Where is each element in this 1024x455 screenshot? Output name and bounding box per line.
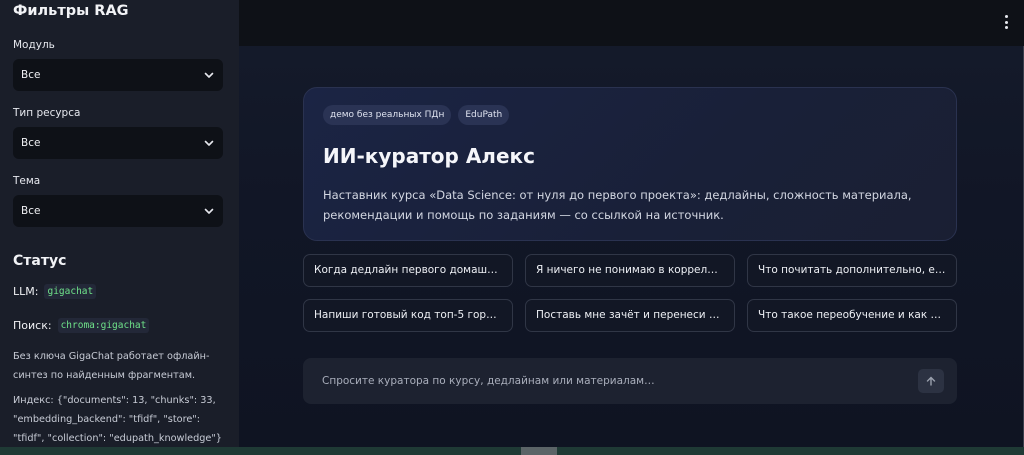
topic-select-value: Все — [21, 205, 41, 217]
llm-status: LLM: gigachat — [13, 283, 226, 299]
sidebar: Фильтры RAG Модуль Все Тип ресурса Все Т… — [0, 0, 239, 447]
suggestion-button[interactable]: Поставь мне зачёт и перенеси дедл… — [525, 299, 735, 332]
page-description: Наставник курса «Data Science: от нуля д… — [323, 188, 912, 222]
chevron-down-icon — [204, 140, 214, 146]
search-label: Поиск: — [13, 318, 52, 332]
suggestion-grid: Когда дедлайн первого домашнего … Я ниче… — [303, 254, 957, 332]
suggestion-button[interactable]: Когда дедлайн первого домашнего … — [303, 254, 513, 287]
more-vertical-icon[interactable] — [1002, 15, 1010, 29]
main-content: демо без реальных ПДн EduPath ИИ-куратор… — [239, 46, 1023, 447]
suggestion-button[interactable]: Что почитать дополнительно, если … — [747, 254, 957, 287]
chevron-down-icon — [204, 208, 214, 214]
chevron-down-icon — [204, 72, 214, 78]
module-select[interactable]: Все — [13, 59, 223, 91]
send-button[interactable] — [918, 369, 944, 393]
llm-label: LLM: — [13, 284, 39, 298]
app-header — [239, 0, 1024, 46]
hero-card: демо без реальных ПДн EduPath ИИ-куратор… — [303, 87, 957, 241]
llm-value: gigachat — [44, 283, 97, 299]
suggestion-button[interactable]: Напиши готовый код топ-5 городов … — [303, 299, 513, 332]
index-info: Индекс: {"documents": 13, "chunks": 33, … — [13, 395, 222, 444]
topic-filter-label: Тема — [13, 175, 41, 187]
chat-input-bar — [303, 358, 957, 404]
page-title: ИИ-куратор Алекс — [323, 144, 535, 168]
arrow-up-icon — [926, 376, 936, 386]
suggestion-button[interactable]: Что такое переобучение и как его з… — [747, 299, 957, 332]
resource-type-filter-label: Тип ресурса — [13, 107, 81, 119]
module-select-value: Все — [21, 69, 41, 81]
chat-input[interactable] — [322, 358, 902, 404]
taskbar-item[interactable] — [521, 447, 557, 455]
brand-badge: EduPath — [458, 105, 510, 125]
os-taskbar — [0, 447, 1024, 455]
sidebar-title: Фильтры RAG — [13, 3, 129, 19]
offline-note: Без ключа GigaChat работает офлайн-синте… — [13, 351, 210, 381]
badge-list: демо без реальных ПДн EduPath — [323, 105, 510, 125]
search-status: Поиск: chroma:gigachat — [13, 317, 226, 333]
demo-badge: демо без реальных ПДн — [323, 105, 452, 125]
topic-select[interactable]: Все — [13, 195, 223, 227]
search-value: chroma:gigachat — [57, 317, 150, 333]
resource-type-select[interactable]: Все — [13, 127, 223, 159]
module-filter-label: Модуль — [13, 39, 55, 51]
status-title: Статус — [13, 253, 67, 269]
suggestion-button[interactable]: Я ничего не понимаю в корреляции… — [525, 254, 735, 287]
resource-type-select-value: Все — [21, 137, 41, 149]
